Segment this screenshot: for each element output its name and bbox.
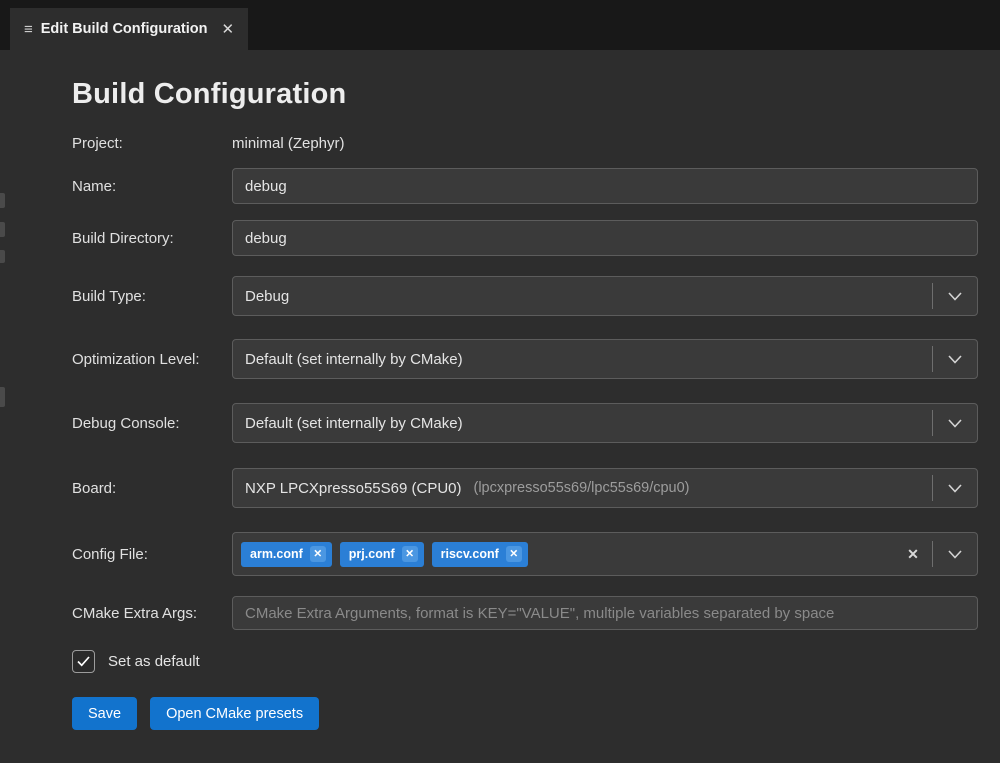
tab-bar: ≡ Edit Build Configuration ✕ <box>0 0 1000 50</box>
close-icon[interactable]: ✕ <box>222 20 235 38</box>
left-edge-notch <box>0 387 5 407</box>
chevron-down-icon <box>933 419 977 428</box>
chevron-down-icon <box>933 484 977 493</box>
build-directory-input[interactable] <box>232 220 978 256</box>
board-detail: (lpcxpresso55s69/lpc55s69/cpu0) <box>474 480 690 496</box>
cmake-extra-args-label: CMake Extra Args: <box>72 605 232 622</box>
build-configuration-form: Build Configuration Project: minimal (Ze… <box>0 78 1000 730</box>
build-type-label: Build Type: <box>72 288 232 305</box>
optimization-level-select[interactable]: Default (set internally by CMake) <box>232 339 978 379</box>
chip-remove-icon[interactable]: ✕ <box>310 546 326 562</box>
name-input[interactable] <box>232 168 978 204</box>
board-select[interactable]: NXP LPCXpresso55S69 (CPU0) (lpcxpresso55… <box>232 468 978 508</box>
config-file-multiselect[interactable]: arm.conf ✕ prj.conf ✕ riscv.conf ✕ ✕ <box>232 532 978 576</box>
project-label: Project: <box>72 135 232 152</box>
optimization-level-value: Default (set internally by CMake) <box>245 351 463 368</box>
set-as-default-checkbox[interactable] <box>72 650 95 673</box>
build-directory-label: Build Directory: <box>72 230 232 247</box>
chip-label: riscv.conf <box>441 547 499 561</box>
debug-console-label: Debug Console: <box>72 415 232 432</box>
config-chip: arm.conf ✕ <box>241 542 332 567</box>
chip-label: prj.conf <box>349 547 395 561</box>
chevron-down-icon <box>933 355 977 364</box>
optimization-level-label: Optimization Level: <box>72 351 232 368</box>
board-label: Board: <box>72 480 232 497</box>
board-value: NXP LPCXpresso55S69 (CPU0) <box>245 480 462 497</box>
checkmark-icon <box>77 656 90 667</box>
config-file-chips: arm.conf ✕ prj.conf ✕ riscv.conf ✕ <box>241 542 894 567</box>
clear-all-icon[interactable]: ✕ <box>894 546 932 563</box>
debug-console-value: Default (set internally by CMake) <box>245 415 463 432</box>
build-type-select[interactable]: Debug <box>232 276 978 316</box>
chevron-down-icon <box>933 292 977 301</box>
set-as-default-label: Set as default <box>108 653 200 670</box>
build-type-value: Debug <box>245 288 289 305</box>
chevron-down-icon <box>933 550 977 559</box>
list-icon: ≡ <box>24 21 33 38</box>
config-chip: riscv.conf ✕ <box>432 542 528 567</box>
project-value: minimal (Zephyr) <box>232 135 978 152</box>
config-file-label: Config File: <box>72 546 232 563</box>
open-cmake-presets-button[interactable]: Open CMake presets <box>150 697 319 730</box>
tab-edit-build-configuration[interactable]: ≡ Edit Build Configuration ✕ <box>10 8 248 50</box>
left-edge-notch <box>0 250 5 263</box>
save-button[interactable]: Save <box>72 697 137 730</box>
name-label: Name: <box>72 178 232 195</box>
tab-title: Edit Build Configuration <box>41 21 208 37</box>
page-title: Build Configuration <box>72 78 978 111</box>
chip-label: arm.conf <box>250 547 303 561</box>
chip-remove-icon[interactable]: ✕ <box>402 546 418 562</box>
left-edge-notch <box>0 193 5 208</box>
left-edge-notch <box>0 222 5 237</box>
config-chip: prj.conf ✕ <box>340 542 424 567</box>
cmake-extra-args-input[interactable] <box>232 596 978 630</box>
debug-console-select[interactable]: Default (set internally by CMake) <box>232 403 978 443</box>
chip-remove-icon[interactable]: ✕ <box>506 546 522 562</box>
